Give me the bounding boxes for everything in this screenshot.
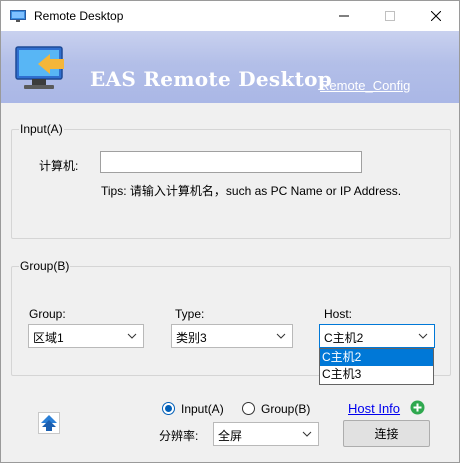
input-mode-radio[interactable]	[162, 402, 175, 415]
group-group-legend: Group(B)	[19, 259, 71, 273]
resolution-select[interactable]: 全屏	[213, 422, 319, 446]
plus-circle-icon[interactable]	[410, 400, 425, 415]
input-mode-label[interactable]: Input(A)	[181, 402, 224, 416]
window-title: Remote Desktop	[34, 9, 124, 23]
monitor-arrow-icon	[15, 46, 64, 89]
group-label: Group:	[29, 307, 66, 321]
group-mode-label[interactable]: Group(B)	[261, 402, 310, 416]
type-select[interactable]: 类别3	[171, 324, 293, 348]
resolution-select-value: 全屏	[218, 429, 243, 443]
chevron-down-icon	[127, 333, 137, 339]
banner-title: EAS Remote Desktop	[90, 67, 333, 91]
remote-desktop-window: Remote Desktop EAS Remote Desktop Remote…	[0, 0, 460, 463]
group-mode-radio[interactable]	[242, 402, 255, 415]
remote-config-link[interactable]: Remote_Config	[320, 78, 410, 93]
group-select[interactable]: 区域1	[28, 324, 144, 348]
minimize-button[interactable]	[321, 1, 367, 31]
chevron-down-icon	[302, 431, 312, 437]
close-button[interactable]	[413, 1, 459, 31]
host-info-link[interactable]: Host Info	[348, 401, 400, 416]
connect-button[interactable]: 连接	[343, 420, 430, 447]
close-icon	[431, 11, 441, 21]
resolution-label: 分辨率:	[159, 429, 199, 443]
chevron-down-icon	[276, 333, 286, 339]
host-select[interactable]: C主机2	[319, 324, 435, 348]
minimize-icon	[339, 15, 349, 17]
input-group-legend: Input(A)	[19, 122, 64, 136]
monitor-arrow-icon	[10, 10, 26, 22]
computer-name-input[interactable]	[100, 151, 362, 173]
maximize-icon	[385, 11, 395, 21]
host-label: Host:	[324, 307, 353, 321]
up-arrow-icon[interactable]	[38, 412, 60, 434]
maximize-button[interactable]	[367, 1, 413, 31]
computer-label: 计算机:	[39, 159, 79, 173]
header-banner: EAS Remote Desktop Remote_Config	[1, 31, 459, 103]
host-option[interactable]: C主机3	[320, 366, 433, 383]
host-option[interactable]: C主机2	[320, 349, 433, 366]
group-select-value: 区域1	[33, 331, 64, 345]
tips-text: Tips: 请输入计算机名，such as PC Name or IP Addr…	[101, 184, 402, 198]
host-select-value: C主机2	[324, 331, 364, 345]
chevron-down-icon	[418, 333, 428, 339]
type-label: Type:	[175, 307, 205, 321]
type-select-value: 类别3	[176, 331, 207, 345]
title-bar: Remote Desktop	[1, 1, 459, 31]
host-dropdown-list: C主机2 C主机3	[319, 348, 434, 385]
input-groupbox: Input(A) 计算机: Tips: 请输入计算机名，such as PC N…	[11, 122, 451, 239]
